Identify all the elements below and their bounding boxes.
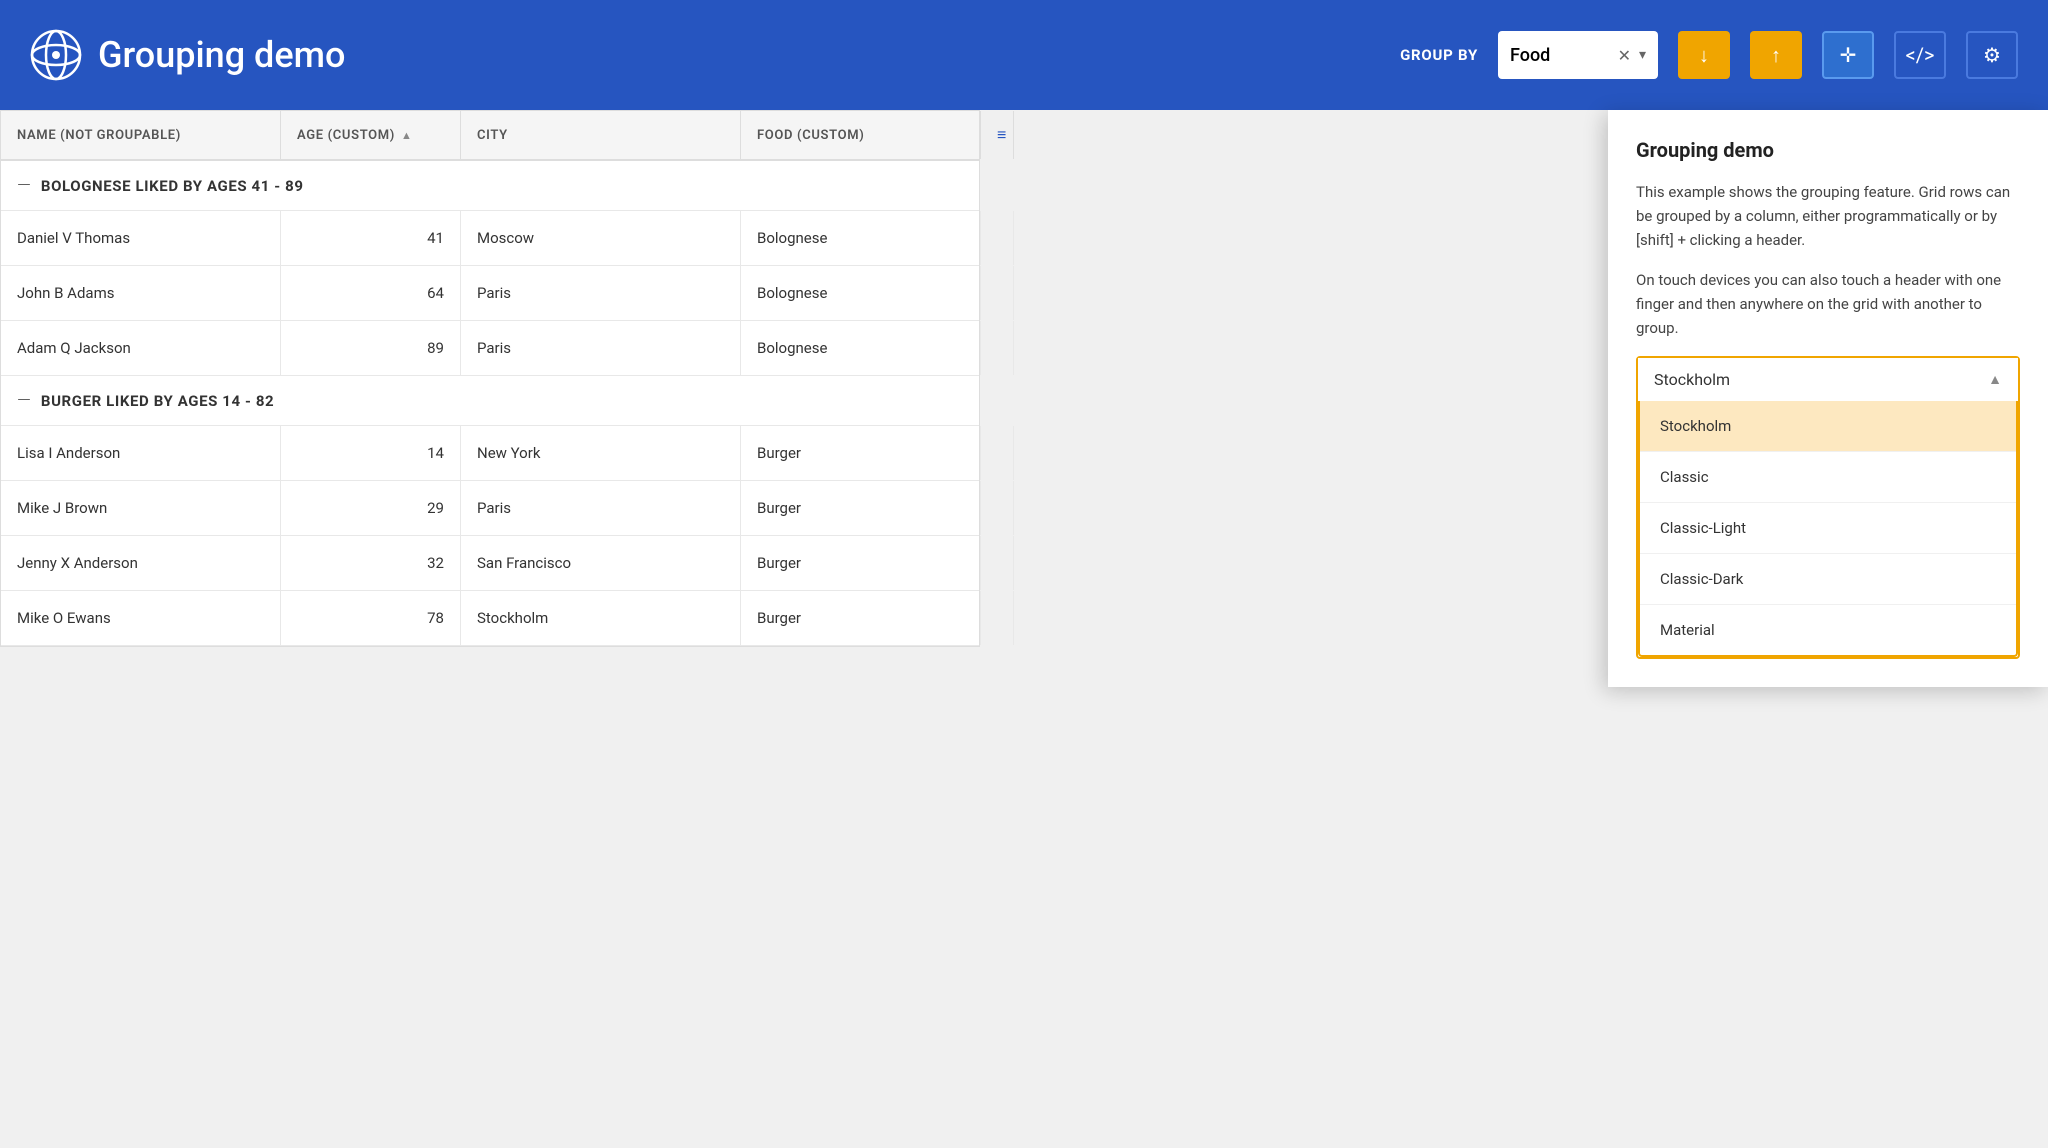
cell-extra bbox=[981, 481, 1014, 535]
cell-food: Bolognese bbox=[741, 211, 981, 265]
code-button[interactable]: </> bbox=[1894, 31, 1946, 79]
clear-group-icon[interactable]: ✕ bbox=[1618, 46, 1631, 65]
cell-city: Stockholm bbox=[461, 591, 741, 645]
theme-select-header[interactable]: Stockholm ▲ bbox=[1638, 358, 2018, 401]
move-button[interactable]: ✛ bbox=[1822, 31, 1874, 79]
cell-name: Mike J Brown bbox=[1, 481, 281, 535]
settings-button[interactable]: ⚙ bbox=[1966, 31, 2018, 79]
move-icon: ✛ bbox=[1840, 43, 1857, 67]
theme-option-classic[interactable]: Classic bbox=[1640, 452, 2016, 503]
app-logo bbox=[30, 29, 82, 81]
theme-option-stockholm[interactable]: Stockholm bbox=[1640, 401, 2016, 452]
cell-city: Paris bbox=[461, 481, 741, 535]
col-header-food: FOOD (CUSTOM) bbox=[741, 111, 981, 159]
theme-select-value: Stockholm bbox=[1654, 370, 1988, 389]
cell-food: Burger bbox=[741, 426, 981, 480]
cell-age: 41 bbox=[281, 211, 461, 265]
cell-extra bbox=[981, 266, 1014, 320]
cell-age: 14 bbox=[281, 426, 461, 480]
group-collapse-icon: — bbox=[17, 390, 31, 411]
group-row-bolognese[interactable]: — BOLOGNESE LIKED BY AGES 41 - 89 bbox=[1, 161, 979, 211]
code-icon: </> bbox=[1906, 43, 1935, 67]
table-row: John B Adams 64 Paris Bolognese bbox=[1, 266, 979, 321]
data-grid: NAME (NOT GROUPABLE) AGE (CUSTOM) ▲ CITY… bbox=[0, 110, 980, 647]
theme-chevron-up-icon: ▲ bbox=[1988, 371, 2002, 388]
theme-dropdown: Stockholm Classic Classic-Light Classic-… bbox=[1638, 401, 2018, 657]
cell-age: 29 bbox=[281, 481, 461, 535]
cell-food: Bolognese bbox=[741, 266, 981, 320]
col-age-label: AGE (CUSTOM) bbox=[297, 128, 395, 143]
col-header-extra: ≡ bbox=[981, 111, 1014, 159]
table-row: Daniel V Thomas 41 Moscow Bolognese bbox=[1, 211, 979, 266]
cell-name: Lisa I Anderson bbox=[1, 426, 281, 480]
cell-name: Adam Q Jackson bbox=[1, 321, 281, 375]
gear-icon: ⚙ bbox=[1983, 43, 2001, 67]
table-row: Lisa I Anderson 14 New York Burger bbox=[1, 426, 979, 481]
table-row: Jenny X Anderson 32 San Francisco Burger bbox=[1, 536, 979, 591]
info-panel: Grouping demo This example shows the gro… bbox=[1608, 110, 2048, 687]
theme-selector: Stockholm ▲ Stockholm Classic Classic-Li… bbox=[1636, 356, 2020, 659]
table-row: Mike O Ewans 78 Stockholm Burger bbox=[1, 591, 979, 646]
cell-food: Burger bbox=[741, 481, 981, 535]
panel-desc-2: On touch devices you can also touch a he… bbox=[1636, 268, 2020, 340]
col-name-label: NAME (NOT GROUPABLE) bbox=[17, 128, 181, 143]
cell-city: Moscow bbox=[461, 211, 741, 265]
main-layout: NAME (NOT GROUPABLE) AGE (CUSTOM) ▲ CITY… bbox=[0, 110, 2048, 647]
cell-city: Paris bbox=[461, 321, 741, 375]
sort-asc-icon: ▲ bbox=[401, 129, 413, 142]
column-list-icon[interactable]: ≡ bbox=[997, 125, 1007, 145]
chevron-down-icon: ▾ bbox=[1639, 47, 1646, 63]
group-by-label: GROUP BY bbox=[1400, 46, 1478, 64]
col-header-name: NAME (NOT GROUPABLE) bbox=[1, 111, 281, 159]
app-title: Grouping demo bbox=[98, 34, 345, 76]
app-header: Grouping demo GROUP BY Food ✕ ▾ ↓ ↑ ✛ </… bbox=[0, 0, 2048, 110]
col-city-label: CITY bbox=[477, 128, 508, 143]
theme-option-material[interactable]: Material bbox=[1640, 605, 2016, 655]
expand-all-button[interactable]: ↓ bbox=[1678, 31, 1730, 79]
collapse-all-icon: ↑ bbox=[1771, 43, 1781, 68]
group-row-burger[interactable]: — BURGER LIKED BY AGES 14 - 82 bbox=[1, 376, 979, 426]
cell-name: John B Adams bbox=[1, 266, 281, 320]
cell-city: Paris bbox=[461, 266, 741, 320]
cell-name: Jenny X Anderson bbox=[1, 536, 281, 590]
cell-extra bbox=[981, 426, 1014, 480]
cell-extra bbox=[981, 321, 1014, 375]
cell-age: 78 bbox=[281, 591, 461, 645]
cell-food: Burger bbox=[741, 591, 981, 645]
theme-option-classic-light[interactable]: Classic-Light bbox=[1640, 503, 2016, 554]
col-header-city: CITY bbox=[461, 111, 741, 159]
group-by-select[interactable]: Food ✕ ▾ bbox=[1498, 31, 1658, 79]
cell-name: Daniel V Thomas bbox=[1, 211, 281, 265]
col-food-label: FOOD (CUSTOM) bbox=[757, 128, 864, 143]
cell-age: 64 bbox=[281, 266, 461, 320]
table-row: Mike J Brown 29 Paris Burger bbox=[1, 481, 979, 536]
theme-option-classic-dark[interactable]: Classic-Dark bbox=[1640, 554, 2016, 605]
col-header-age[interactable]: AGE (CUSTOM) ▲ bbox=[281, 111, 461, 159]
cell-extra bbox=[981, 591, 1014, 645]
collapse-all-button[interactable]: ↑ bbox=[1750, 31, 1802, 79]
cell-extra bbox=[981, 211, 1014, 265]
cell-food: Bolognese bbox=[741, 321, 981, 375]
group-title-bolognese: BOLOGNESE LIKED BY AGES 41 - 89 bbox=[41, 177, 304, 195]
logo-area: Grouping demo bbox=[30, 29, 345, 81]
expand-all-icon: ↓ bbox=[1699, 43, 1709, 68]
table-row: Adam Q Jackson 89 Paris Bolognese bbox=[1, 321, 979, 376]
group-title-burger: BURGER LIKED BY AGES 14 - 82 bbox=[41, 392, 274, 410]
cell-name: Mike O Ewans bbox=[1, 591, 281, 645]
cell-age: 89 bbox=[281, 321, 461, 375]
group-collapse-icon: — bbox=[17, 175, 31, 196]
cell-city: San Francisco bbox=[461, 536, 741, 590]
cell-extra bbox=[981, 536, 1014, 590]
cell-age: 32 bbox=[281, 536, 461, 590]
cell-city: New York bbox=[461, 426, 741, 480]
panel-desc-1: This example shows the grouping feature.… bbox=[1636, 180, 2020, 252]
group-by-value: Food bbox=[1510, 45, 1610, 66]
grid-header: NAME (NOT GROUPABLE) AGE (CUSTOM) ▲ CITY… bbox=[1, 111, 979, 161]
cell-food: Burger bbox=[741, 536, 981, 590]
panel-title: Grouping demo bbox=[1636, 138, 2020, 162]
